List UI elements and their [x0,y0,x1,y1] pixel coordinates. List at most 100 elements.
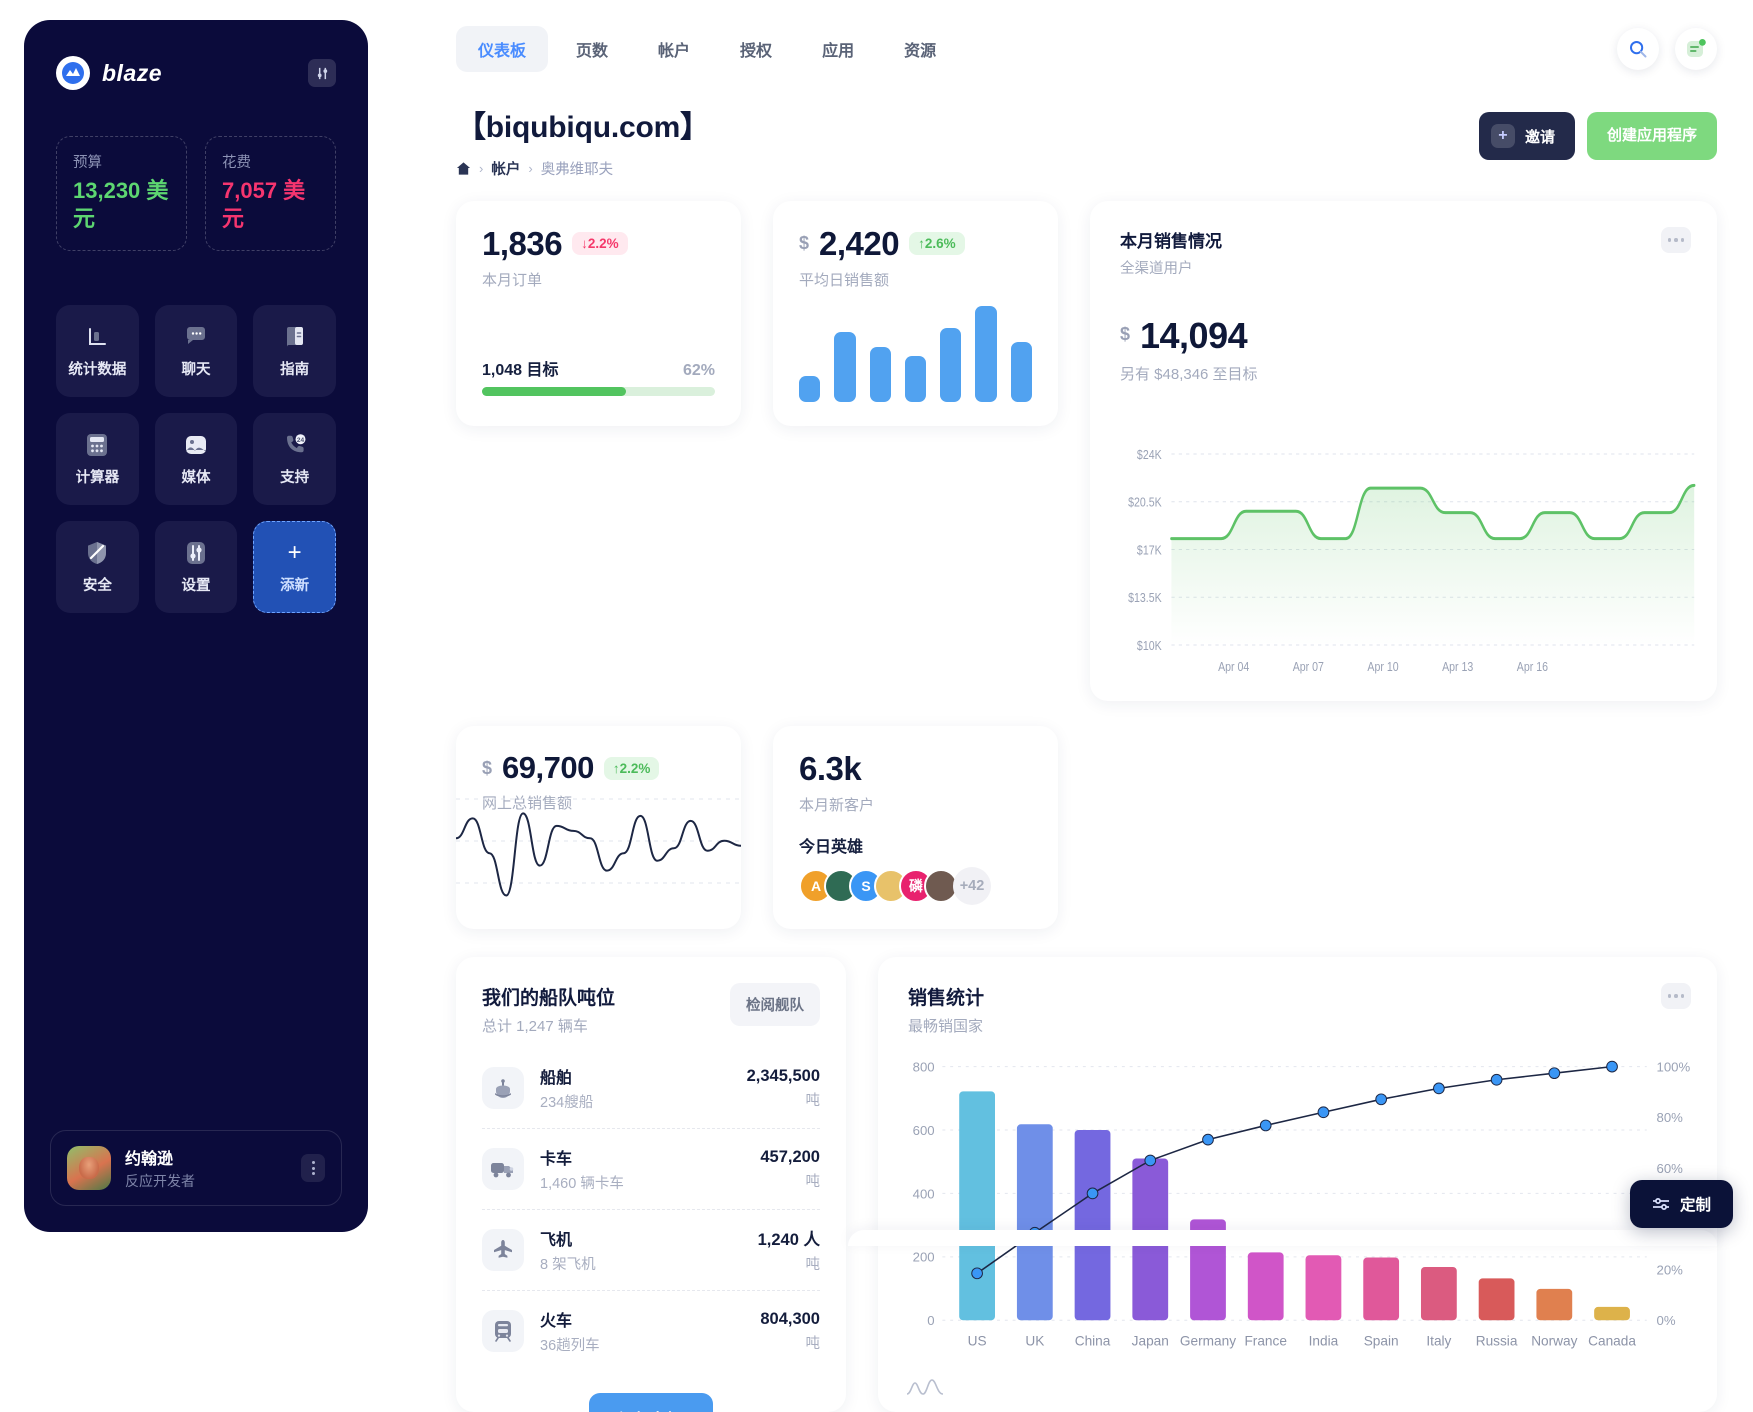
tab-apps[interactable]: 应用 [800,26,876,72]
sidebar-tile-support[interactable]: 24 支持 [253,413,336,505]
fleet-row-plane-unit: 吨 [805,1257,821,1273]
svg-text:$10K: $10K [1137,638,1162,653]
breadcrumb: › 帐户 › 奥弗维耶夫 [456,158,710,179]
avg-daily-bar-6 [1010,342,1032,402]
tab-dashboard[interactable]: 仪表板 [456,26,549,72]
card-orders: 1,836 ↓2.2% 本月订单 1,048 目标 62% [456,201,741,426]
fleet-row-ship-value: 2,345,500 [746,1066,820,1085]
brand-name: blaze [102,59,163,86]
hero-avatar-more[interactable]: +42 [953,867,991,905]
month-sales-title: 本月销售情况 [1120,232,1222,251]
svg-text:Germany: Germany [1180,1334,1236,1349]
month-sales-value: 14,094 [1140,315,1248,356]
breadcrumb-sep: › [479,161,484,176]
notes-button[interactable] [1675,28,1717,70]
invite-button[interactable]: + 邀请 [1478,112,1575,160]
pareto-bar-US [959,1091,995,1321]
profile-role: 反应开发者 [125,1173,195,1189]
kpi-budget: 预算 13,230 美元 [56,136,187,251]
fleet-row-truck[interactable]: 卡车 1,460 辆卡车 457,200 吨 [482,1129,820,1210]
search-icon [1628,39,1648,59]
svg-text:US: US [968,1334,987,1349]
orders-progress-track [482,387,715,396]
svg-text:China: China [1075,1334,1111,1349]
sidebar-tile-calculator[interactable]: 计算器 [56,413,139,505]
sparkline-icon[interactable] [906,1378,944,1396]
svg-text:0%: 0% [1657,1313,1676,1328]
sidebar-tile-chat[interactable]: 聊天 [154,305,238,397]
customize-button-label: 定制 [1679,1197,1711,1214]
kpi-spend-value: 7,057 美元 [222,178,306,231]
pareto-bar-France [1247,1252,1284,1321]
month-sales-head: 本月销售情况 全渠道用户 [1090,201,1717,278]
brand[interactable]: blaze [56,56,162,90]
avg-daily-currency: $ [799,233,810,253]
svg-text:Russia: Russia [1476,1334,1518,1349]
sidebar-tile-media-label: 媒体 [181,469,211,486]
sidebar-tile-guide[interactable]: 指南 [253,305,336,397]
add-vehicle-button[interactable]: 添加车辆 [588,1393,713,1412]
avg-daily-bar-0 [799,375,821,402]
page-header: 【biqubiqu.com】 › 帐户 › 奥弗维耶夫 + 邀请 创建应用程序 [392,72,1753,179]
orders-progress-fill [482,387,627,396]
fleet-row-ship[interactable]: 船舶 234艘船 2,345,500 吨 [482,1048,820,1129]
sliders-icon[interactable] [308,59,336,87]
pareto-point-Japan [1144,1154,1157,1167]
avatar [67,1146,111,1190]
orders-label: 本月订单 [482,272,543,289]
new-customers-value: 6.3k [799,750,862,787]
header-actions: + 邀请 创建应用程序 [1478,102,1717,160]
note-badge-icon [1685,38,1707,60]
avg-daily-bar-chart [799,282,1032,402]
tab-accounts[interactable]: 帐户 [636,26,712,72]
kpi-spend: 花费 7,057 美元 [205,136,336,251]
sidebar-tile-security[interactable]: 安全 [56,521,139,613]
kebab-icon[interactable] [301,1154,325,1182]
fleet-row-train-meta: 36趟列车 [540,1338,600,1354]
home-icon[interactable] [456,161,471,176]
pareto-bar-Norway [1536,1288,1573,1321]
shield-icon [84,540,110,566]
fleet-row-ship-name: 船舶 [540,1070,573,1087]
search-button[interactable] [1617,28,1659,70]
fleet-subtitle: 总计 1,247 辆车 [482,1018,588,1035]
review-fleet-button[interactable]: 检阅舰队 [730,983,820,1026]
sidebar-kpis: 预算 13,230 美元 花费 7,057 美元 [24,90,368,251]
pareto-point-Italy [1433,1082,1445,1095]
new-customers-value-row: 6.3k [799,752,1032,785]
create-app-button[interactable]: 创建应用程序 [1586,112,1717,160]
tab-pages[interactable]: 页数 [554,26,630,72]
sales-stats-pareto-chart: 02004006008000%20%40%60%80%100%USUKChina… [878,1045,1717,1375]
tab-resources[interactable]: 资源 [882,26,958,72]
avg-daily-value-row: $ 2,420 ↑2.6% [799,227,1032,260]
sidebar-tile-media[interactable]: 媒体 [154,413,238,505]
pareto-point-China [1086,1187,1099,1200]
svg-text:60%: 60% [1657,1161,1684,1176]
dots-icon[interactable] [1661,983,1691,1009]
customize-button[interactable]: 定制 [1629,1180,1733,1228]
fleet-row-train[interactable]: 火车 36趟列车 804,300 吨 [482,1291,820,1371]
sidebar-profile-wrap: 约翰逊 反应开发者 [24,1130,368,1232]
svg-text:24: 24 [297,437,305,444]
sidebar-tile-support-label: 支持 [280,469,310,486]
fleet-row-plane[interactable]: 飞机 8 架飞机 1,240 人 吨 [482,1210,820,1291]
sidebar-tile-stats-label: 统计数据 [68,361,127,378]
sidebar-tile-stats[interactable]: 统计数据 [56,305,139,397]
sidebar-profile[interactable]: 约翰逊 反应开发者 [50,1130,342,1206]
sidebar-tile-settings[interactable]: 设置 [154,521,238,613]
svg-text:800: 800 [913,1059,935,1074]
pareto-point-Spain [1375,1093,1388,1106]
pareto-point-Germany [1202,1133,1214,1146]
top-tabs: 仪表板 页数 帐户 授权 应用 资源 [456,26,958,72]
bar-chart-icon [84,324,110,350]
card-month-sales: 本月销售情况 全渠道用户 $ 14,094 另有 $48,346 至目标 $24… [1090,201,1717,701]
tab-authorization[interactable]: 授权 [718,26,794,72]
kpi-spend-label: 花费 [222,155,251,171]
online-total-currency: $ [482,758,493,778]
svg-text:Apr 13: Apr 13 [1442,659,1474,674]
dots-icon[interactable] [1661,227,1691,253]
topbar: 仪表板 页数 帐户 授权 应用 资源 [392,0,1753,72]
month-sales-value-block: $ 14,094 另有 $48,346 至目标 [1090,278,1717,384]
breadcrumb-item-account[interactable]: 帐户 [491,158,520,179]
sidebar-tile-add[interactable]: + 添新 [253,521,336,613]
